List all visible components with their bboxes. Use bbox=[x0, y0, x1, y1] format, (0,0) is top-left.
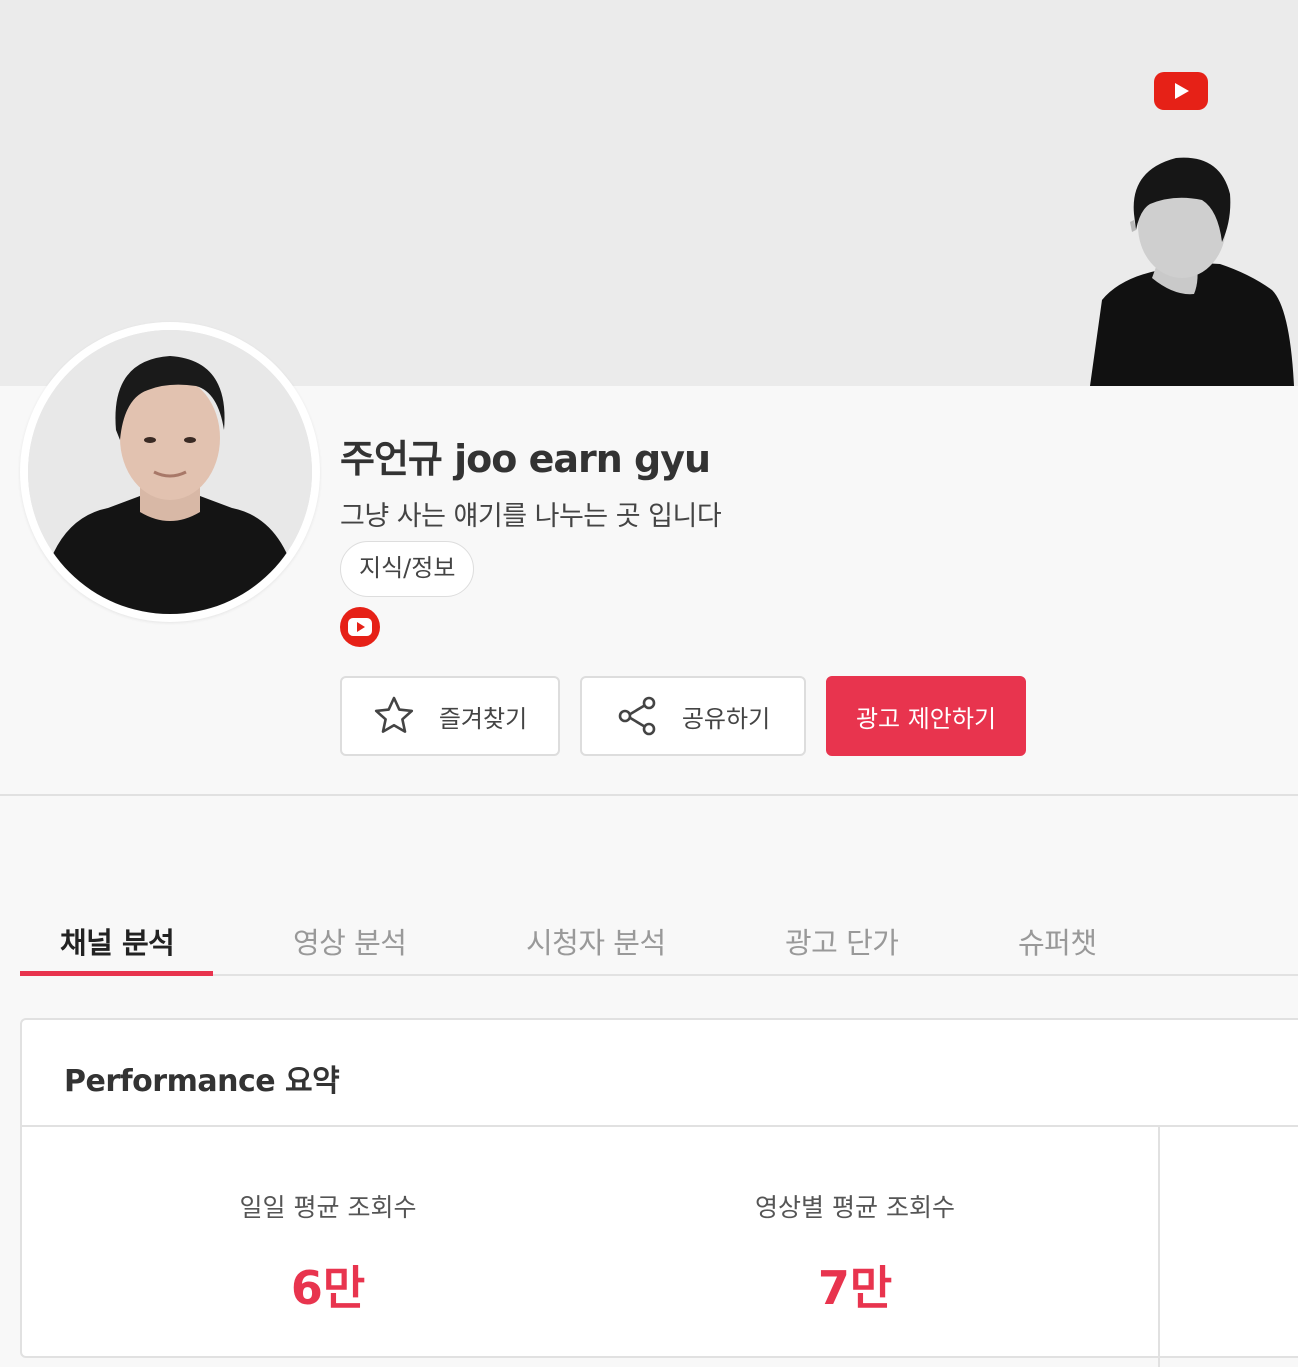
youtube-link-icon[interactable] bbox=[340, 607, 380, 647]
stat-value-daily-views: 6만 bbox=[290, 1261, 366, 1315]
stat-label-daily-views: 일일 평균 조회수 bbox=[239, 1193, 417, 1222]
tab-ad-price[interactable]: 광고 단가 bbox=[785, 920, 899, 962]
stat-value-views-per-video: 7만 bbox=[817, 1261, 893, 1315]
tab-channel-analysis[interactable]: 채널 분석 bbox=[60, 920, 175, 962]
share-button[interactable]: 공유하기 bbox=[580, 676, 806, 756]
channel-avatar bbox=[20, 322, 320, 622]
stat-label-views-per-video: 영상별 평균 조회수 bbox=[755, 1193, 955, 1222]
tab-audience-analysis[interactable]: 시청자 분석 bbox=[526, 920, 666, 962]
card-title: Performance 요약 bbox=[64, 1064, 340, 1099]
section-divider bbox=[0, 794, 1298, 796]
channel-name: 주언규 joo earn gyu bbox=[340, 437, 711, 481]
favorite-button[interactable]: 즐겨찾기 bbox=[340, 676, 560, 756]
analysis-tabs: 채널 분석 영상 분석 시청자 분석 광고 단가 슈퍼챗 bbox=[20, 920, 1298, 976]
card-header-divider bbox=[22, 1125, 1298, 1127]
column-divider bbox=[1158, 1127, 1160, 1367]
tab-superchat[interactable]: 슈퍼챗 bbox=[1018, 920, 1097, 962]
performance-summary-card: Performance 요약 일일 평균 조회수 6만 영상별 평균 조회수 7… bbox=[20, 1018, 1298, 1367]
category-tag[interactable]: 지식/정보 bbox=[340, 541, 475, 597]
active-tab-indicator bbox=[20, 971, 213, 976]
avatar-image bbox=[28, 330, 312, 614]
tab-video-analysis[interactable]: 영상 분석 bbox=[293, 920, 407, 962]
banner-person-image bbox=[1090, 157, 1294, 386]
star-icon bbox=[374, 696, 413, 733]
channel-description: 그냥 사는 얘기를 나누는 곳 입니다 bbox=[340, 501, 722, 532]
ad-proposal-button[interactable]: 광고 제안하기 bbox=[826, 676, 1026, 756]
share-icon bbox=[618, 696, 656, 736]
favorite-label: 즐겨찾기 bbox=[438, 704, 528, 733]
share-label: 공유하기 bbox=[681, 704, 771, 733]
youtube-logo-icon bbox=[1154, 72, 1208, 110]
